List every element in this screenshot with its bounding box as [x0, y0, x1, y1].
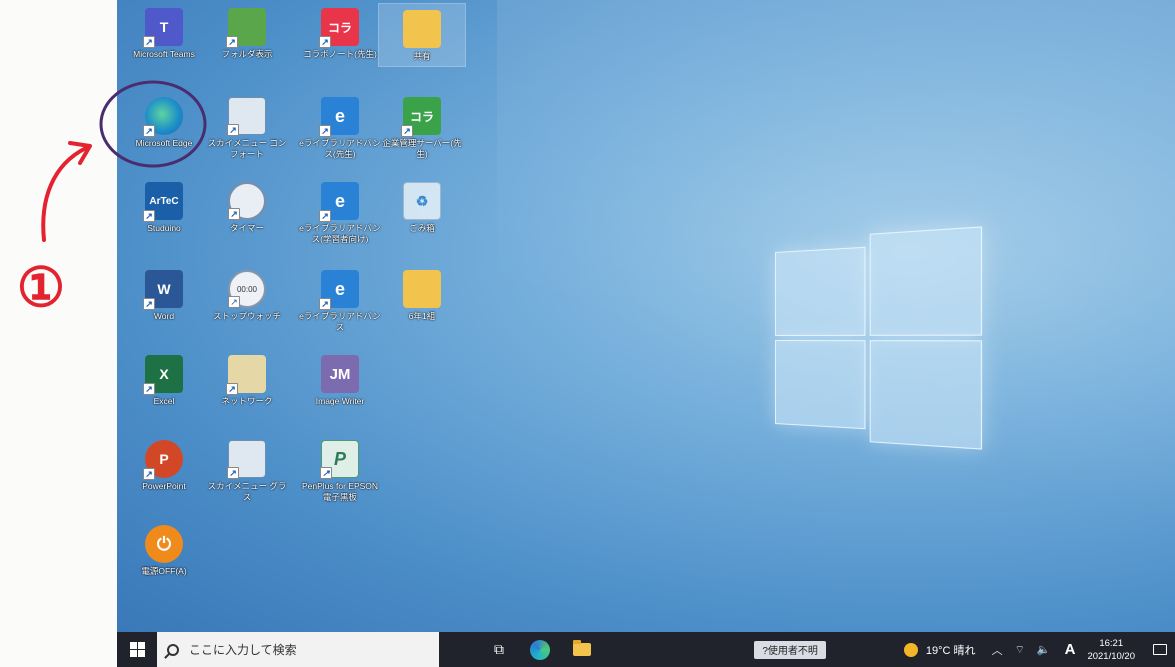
- desktop-icon[interactable]: ↗ フォルダ表示: [204, 8, 290, 60]
- desktop-icon[interactable]: P ↗ PowerPoint: [121, 440, 207, 492]
- annotation-arrow: [41, 146, 88, 242]
- desktop-icon[interactable]: ↗ スカイメニュー グラス: [204, 440, 290, 503]
- desktop-icon[interactable]: ↗ Microsoft Edge: [121, 97, 207, 149]
- windows-start-icon: [129, 642, 145, 657]
- ime-indicator[interactable]: A: [1065, 641, 1076, 658]
- notification-center-button[interactable]: [1145, 632, 1175, 667]
- powerpoint-icon: P ↗: [143, 440, 183, 480]
- annotation-number: ①: [16, 255, 66, 319]
- shared-folder-icon: [403, 10, 441, 48]
- weather-widget[interactable]: 19°C 晴れ: [903, 642, 976, 658]
- desktop-icon[interactable]: X ↗ Excel: [121, 355, 207, 407]
- desktop-icon[interactable]: ⏻ 電源OFF(A): [121, 525, 207, 577]
- recycle-bin-icon: ♻: [403, 182, 441, 220]
- sun-icon: [903, 642, 918, 657]
- start-button[interactable]: [117, 632, 157, 667]
- taskbar-explorer-button[interactable]: [561, 632, 603, 667]
- task-view-icon: ⧉: [494, 641, 504, 657]
- desktop-icon[interactable]: JM Image Writer: [297, 355, 383, 407]
- studuino-icon: ArTeC ↗: [143, 182, 183, 222]
- desktop-icon[interactable]: 共有: [378, 3, 466, 67]
- clock-time: 16:21: [1099, 637, 1124, 649]
- elibrary-learner-icon: e ↗: [319, 182, 359, 222]
- class-folder-icon: [403, 270, 441, 308]
- skymenu-class-icon: ↗: [227, 440, 266, 479]
- search-placeholder: ここに入力して検索: [189, 643, 297, 657]
- skymenu-icon: ↗: [227, 97, 266, 136]
- desktop-icon[interactable]: コラ ↗ コラボノート(先生): [297, 8, 383, 60]
- clock[interactable]: 16:21 2021/10/20: [1087, 637, 1135, 663]
- image-writer-icon: JM: [321, 355, 359, 393]
- penplus-icon: P ↗: [320, 440, 359, 479]
- desktop-icon[interactable]: e ↗ eライブラリアドバンス(学習者向け): [297, 182, 383, 245]
- show-hidden-icons-chevron-icon[interactable]: ︿: [992, 642, 1003, 658]
- teams-icon: T ↗: [143, 8, 183, 48]
- taskbar: ここに入力して検索 ⧉ ?使用者不明 19°C 晴れ ︿ ⌔ 🔈 A 16:21…: [117, 632, 1175, 667]
- user-status-badge[interactable]: ?使用者不明: [754, 640, 826, 659]
- windows-logo-wallpaper: [775, 226, 983, 450]
- edge-icon: [530, 639, 550, 660]
- clock-date: 2021/10/20: [1087, 650, 1135, 662]
- desktop-icon[interactable]: P ↗ PenPlus for EPSON 電子黒板: [297, 440, 383, 503]
- desktop-icon[interactable]: ♻ ごみ箱: [379, 182, 465, 234]
- system-tray: ︿ ⌔ 🔈: [986, 642, 1057, 658]
- desktop-icon[interactable]: ↗ ネットワーク: [204, 355, 290, 407]
- collabonote-server-icon: コラ ↗: [401, 97, 441, 137]
- notification-icon: [1153, 644, 1167, 655]
- task-view-button[interactable]: ⧉: [479, 632, 519, 667]
- network-icon: ↗: [226, 355, 266, 395]
- word-icon: W ↗: [143, 270, 183, 310]
- annotation-arrowhead: [68, 141, 92, 165]
- elibrary-advance-icon: e ↗: [319, 270, 359, 310]
- desktop-icon[interactable]: e ↗ eライブラリアドバンス(先生): [297, 97, 383, 160]
- stopwatch-icon: 00:00 ↗: [228, 270, 266, 308]
- desktop-icon[interactable]: ↗ タイマー: [204, 182, 290, 234]
- excel-icon: X ↗: [143, 355, 183, 395]
- desktop-icon[interactable]: T ↗ Microsoft Teams: [121, 8, 207, 60]
- search-box[interactable]: ここに入力して検索: [157, 632, 439, 667]
- desktop-icon[interactable]: コラ ↗ 企業管理サーバー(先生): [379, 97, 465, 160]
- volume-icon[interactable]: 🔈: [1037, 643, 1051, 656]
- file-explorer-icon: [573, 640, 591, 656]
- edge-icon: ↗: [143, 97, 183, 137]
- desktop-icon[interactable]: 6年1組: [379, 270, 465, 322]
- desktop-icon[interactable]: ArTeC ↗ Studuino: [121, 182, 207, 234]
- power-off-icon: ⏻: [145, 525, 183, 563]
- screenshot-page: T ↗ Microsoft Teams ↗ Microsoft Edge ArTe…: [0, 0, 1175, 667]
- weather-text: 19°C 晴れ: [925, 644, 976, 657]
- taskbar-edge-button[interactable]: [519, 632, 561, 667]
- search-icon: [167, 643, 179, 656]
- desktop-icon[interactable]: ↗ スカイメニュー コンフォート: [204, 97, 290, 160]
- desktop-icon[interactable]: e ↗ eライブラリアドバンス: [297, 270, 383, 333]
- timer-icon: ↗: [228, 182, 266, 220]
- network-icon[interactable]: ⌔: [1015, 643, 1025, 657]
- desktop-icon[interactable]: 00:00 ↗ ストップウォッチ: [204, 270, 290, 322]
- elibrary-icon: e ↗: [319, 97, 359, 137]
- folder-view-icon: ↗: [226, 8, 266, 48]
- desktop-icon[interactable]: W ↗ Word: [121, 270, 207, 322]
- desktop[interactable]: T ↗ Microsoft Teams ↗ Microsoft Edge ArTe…: [117, 0, 1175, 632]
- collabonote-icon: コラ ↗: [319, 8, 359, 48]
